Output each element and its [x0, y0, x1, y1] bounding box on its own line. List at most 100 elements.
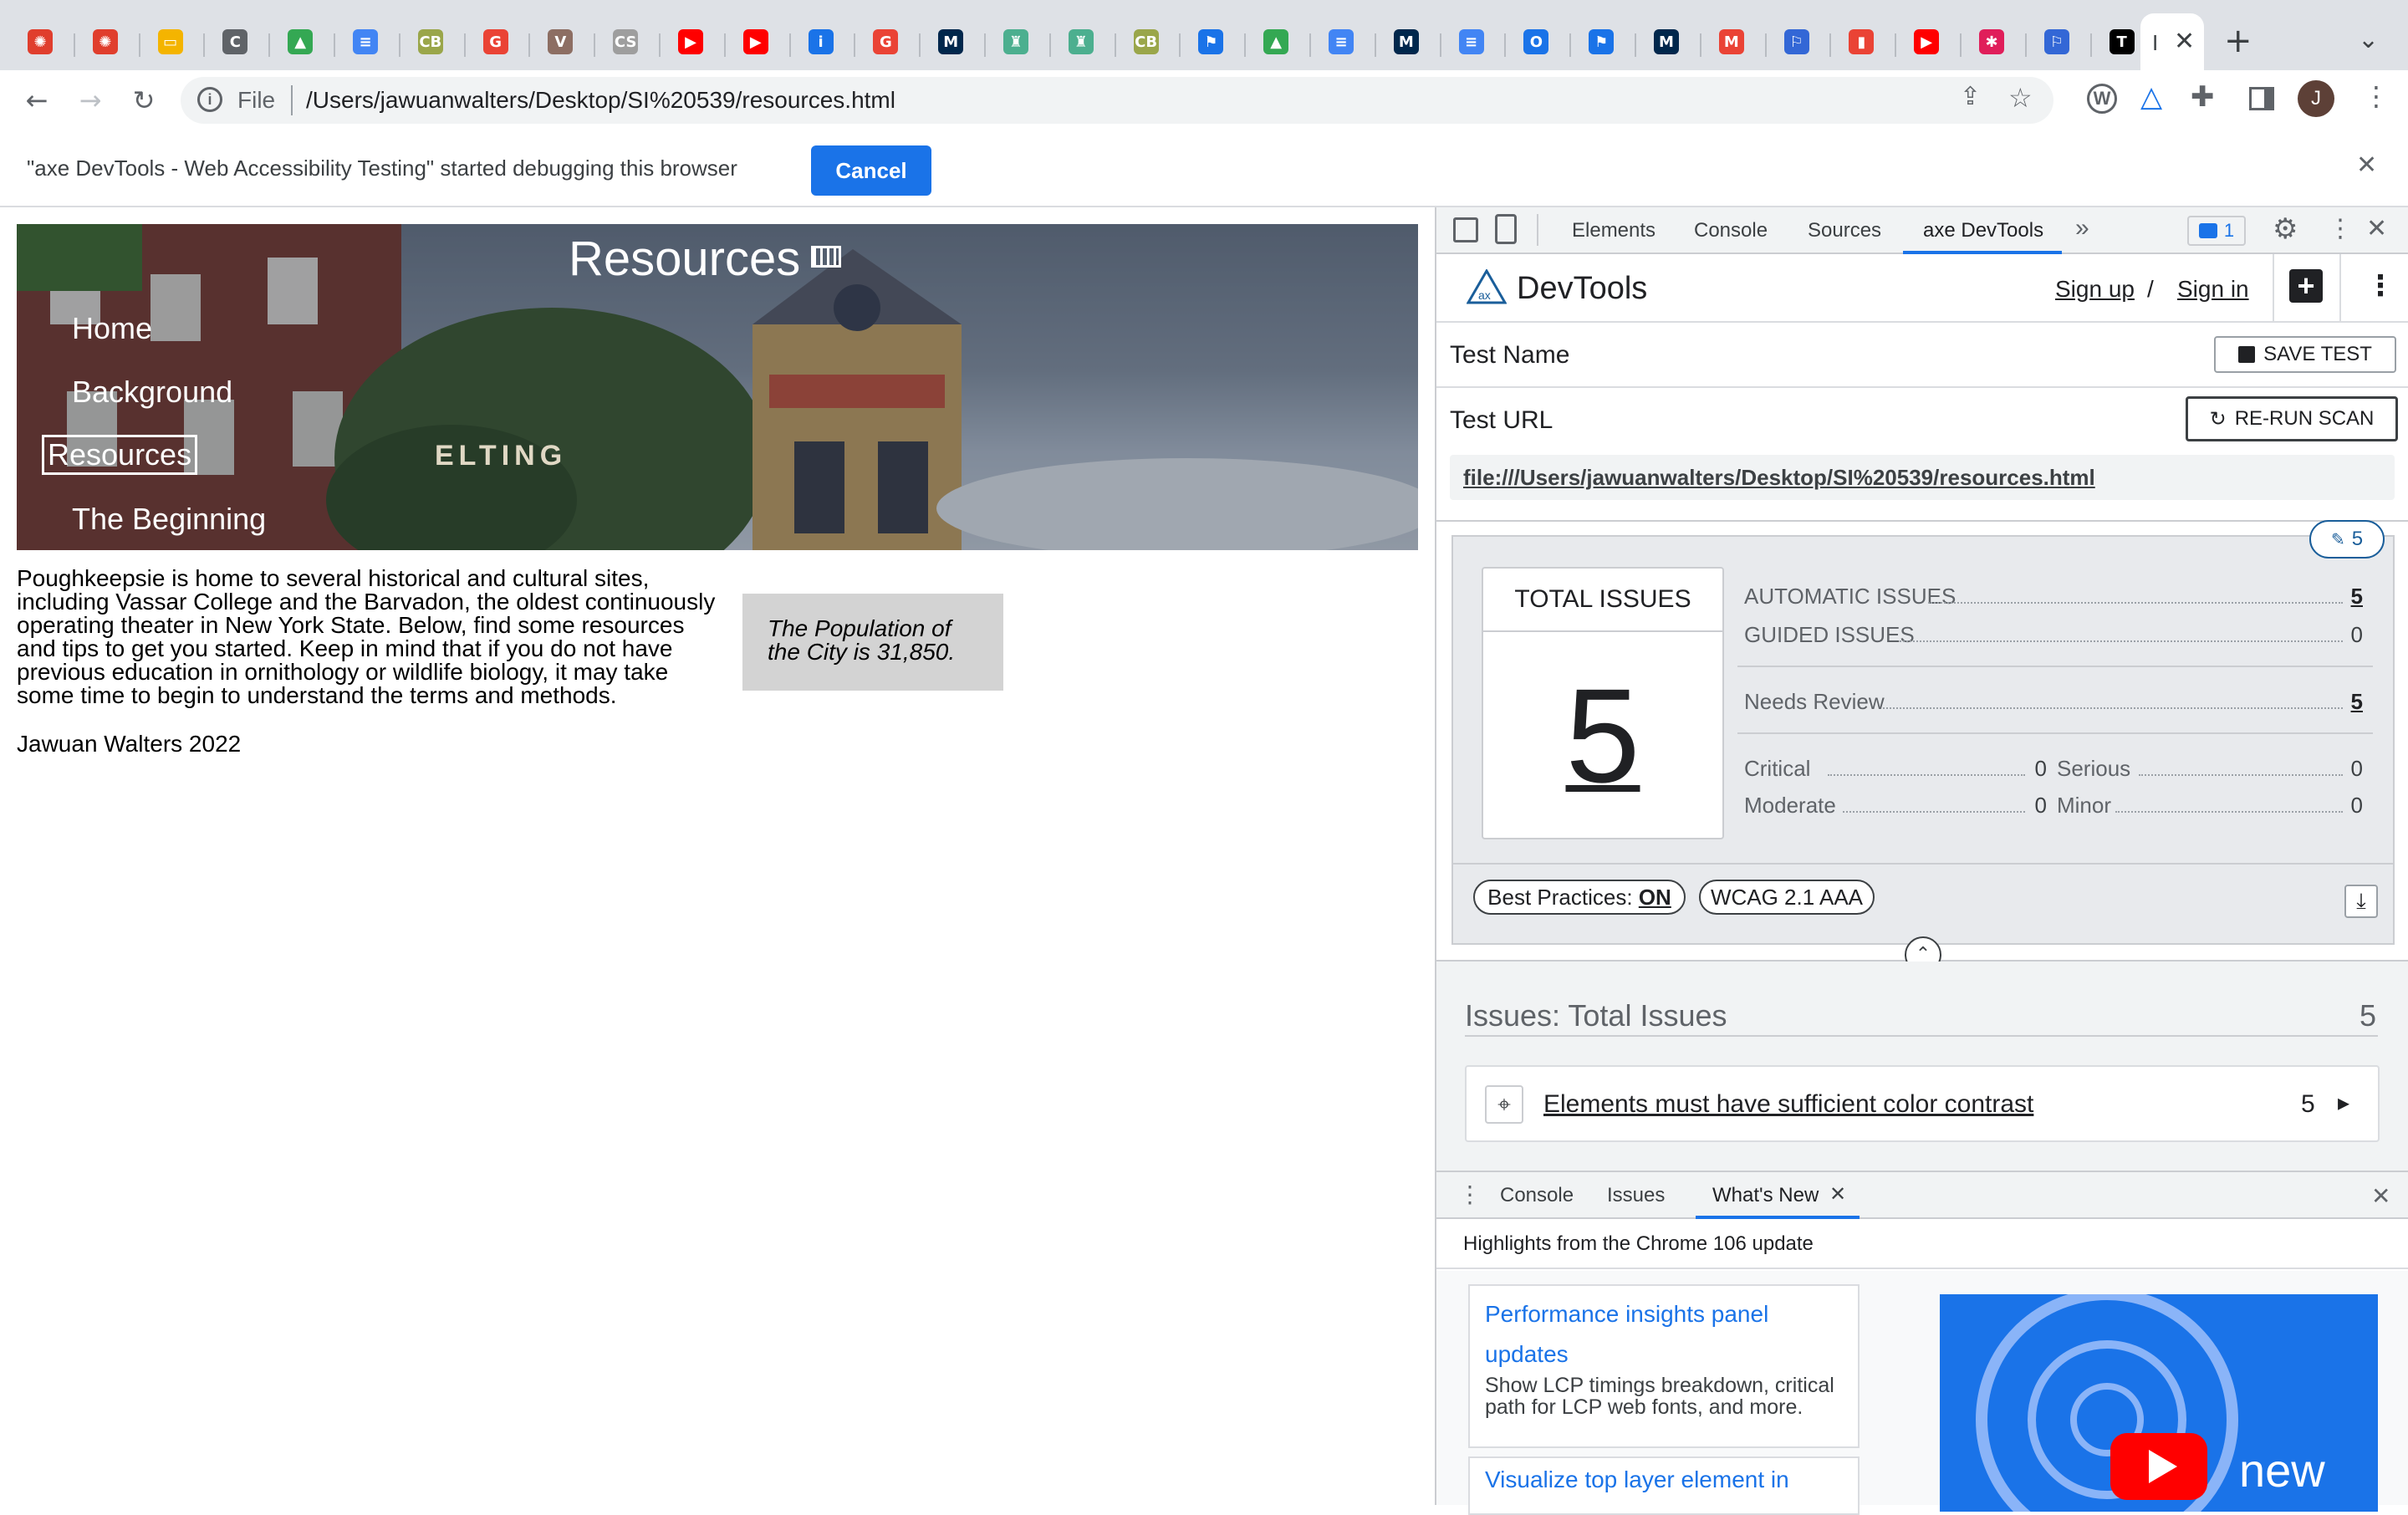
sign-in-link[interactable]: Sign in — [2177, 276, 2249, 303]
highlight-target-icon[interactable]: ⌖ — [1485, 1085, 1523, 1124]
tab-axe-devtools[interactable]: axe DevTools — [1923, 219, 2043, 242]
tab-elements[interactable]: Elements — [1572, 219, 1656, 242]
issues-section-header: Issues: Total Issues — [1465, 998, 1727, 1033]
browser-tab[interactable]: M — [926, 20, 976, 64]
browser-tab[interactable]: ✺ — [80, 20, 130, 64]
whats-new-card-top-layer[interactable]: Visualize top layer element in — [1468, 1456, 1860, 1515]
axe-extension-icon[interactable]: △ — [2140, 80, 2162, 114]
browser-tab[interactable]: ≡ — [340, 20, 390, 64]
share-icon[interactable]: ⇪ — [1960, 82, 1981, 111]
browser-tab[interactable]: T — [2097, 20, 2147, 64]
browser-tab[interactable]: i — [796, 20, 846, 64]
close-whats-new-icon[interactable]: ✕ — [1829, 1182, 1846, 1206]
tab-separator — [1374, 33, 1376, 57]
inspect-element-icon[interactable] — [1453, 217, 1478, 242]
card-performance-title[interactable]: Performance insights panel updates — [1485, 1294, 1836, 1375]
wcag-standard-pill[interactable]: WCAG 2.1 AAA — [1699, 880, 1875, 915]
browser-tab[interactable]: ⚐ — [2032, 20, 2082, 64]
tab-console[interactable]: Console — [1694, 219, 1768, 242]
browser-tab[interactable]: ♜ — [991, 20, 1041, 64]
devtools-settings-gear-icon[interactable]: ⚙ — [2273, 212, 2298, 246]
browser-tab[interactable]: ▲ — [275, 20, 325, 64]
nav-link-resources[interactable]: Resources — [42, 435, 198, 475]
browser-tab[interactable]: ⚑ — [1576, 20, 1626, 64]
browser-tab[interactable]: G — [860, 20, 911, 64]
browser-tab[interactable]: ▶ — [666, 20, 716, 64]
browser-tab[interactable]: ✺ — [15, 20, 65, 64]
extensions-puzzle-icon[interactable]: ✚ — [2191, 80, 2215, 114]
sign-up-link[interactable]: Sign up — [2055, 276, 2135, 303]
download-icon[interactable]: ⤓ — [2344, 885, 2378, 918]
test-url-link[interactable]: file:///Users/jawuanwalters/Desktop/SI%2… — [1463, 465, 2095, 491]
browser-tab[interactable]: ▶ — [731, 20, 781, 64]
devtools-panel: Elements Console Sources axe DevTools » … — [1435, 207, 2408, 1515]
edit-count-badge[interactable]: ✎ 5 — [2309, 520, 2385, 559]
nav-link-home[interactable]: Home — [72, 311, 152, 346]
url-text[interactable]: /Users/jawuanwalters/Desktop/SI%20539/re… — [306, 87, 895, 114]
browser-tab[interactable]: V — [535, 20, 585, 64]
browser-tab[interactable]: CB — [1121, 20, 1171, 64]
browser-tab[interactable]: ▭ — [145, 20, 196, 64]
new-tab-icon[interactable]: + — [2224, 22, 2252, 60]
issue-row-color-contrast[interactable]: ⌖ Elements must have sufficient color co… — [1465, 1065, 2380, 1142]
nav-link-background[interactable]: Background — [72, 375, 232, 410]
browser-tab[interactable]: M — [1381, 20, 1431, 64]
expand-chevron-right-icon[interactable]: ▸ — [2338, 1089, 2349, 1116]
browser-tab[interactable]: ⚑ — [1186, 20, 1236, 64]
drawer-tab-issues[interactable]: Issues — [1607, 1184, 1665, 1207]
total-issues-count[interactable]: 5 — [1483, 635, 1722, 836]
devtools-menu-icon[interactable]: ⋮ — [2328, 214, 2353, 243]
more-tabs-chevron-icon[interactable]: » — [2075, 214, 2089, 242]
automatic-issues-value[interactable]: 5 — [2346, 584, 2363, 610]
profile-avatar[interactable]: J — [2298, 80, 2334, 117]
drawer-menu-icon[interactable]: ⋮ — [1458, 1181, 1482, 1208]
browser-tab[interactable]: C — [210, 20, 260, 64]
browser-tab[interactable]: M — [1707, 20, 1757, 64]
cancel-debugging-button[interactable]: Cancel — [811, 145, 931, 196]
browser-menu-icon[interactable]: ⋮ — [2363, 80, 2390, 112]
close-infobar-icon[interactable]: ✕ — [2356, 150, 2377, 180]
whats-new-video-thumbnail[interactable]: new — [1940, 1294, 2378, 1512]
best-practices-toggle[interactable]: Best Practices: ON — [1473, 880, 1686, 915]
whats-new-card-performance[interactable]: Performance insights panel updates Show … — [1468, 1284, 1860, 1448]
browser-tab[interactable]: O — [1511, 20, 1561, 64]
wordpress-extension-icon[interactable]: W — [2087, 84, 2117, 114]
device-toolbar-icon[interactable] — [1495, 214, 1517, 244]
close-drawer-icon[interactable]: ✕ — [2371, 1182, 2390, 1210]
side-panel-icon[interactable] — [2249, 87, 2274, 110]
browser-tab[interactable]: CB — [406, 20, 456, 64]
rerun-scan-button[interactable]: ↻ RE-RUN SCAN — [2186, 396, 2398, 441]
browser-tab[interactable]: ▶ — [1901, 20, 1951, 64]
browser-tab[interactable]: G — [471, 20, 521, 64]
bookmark-star-icon[interactable]: ☆ — [2008, 82, 2033, 114]
close-devtools-icon[interactable]: ✕ — [2366, 214, 2387, 243]
info-icon[interactable]: i — [197, 87, 222, 112]
browser-tab[interactable]: ▲ — [1251, 20, 1301, 64]
browser-tab[interactable]: M — [1641, 20, 1691, 64]
card-top-layer-title[interactable]: Visualize top layer element in — [1485, 1467, 1789, 1493]
browser-tab[interactable]: ⚐ — [1772, 20, 1822, 64]
nav-link-the-beginning[interactable]: The Beginning — [72, 502, 266, 537]
back-arrow-icon[interactable]: ← — [17, 80, 57, 120]
new-test-plus-icon[interactable]: + — [2289, 269, 2323, 303]
tab-search-chevron-icon[interactable]: ⌄ — [2358, 25, 2379, 54]
browser-tab[interactable]: ≡ — [1446, 20, 1497, 64]
drawer-tab-console[interactable]: Console — [1500, 1184, 1574, 1207]
browser-tab[interactable]: CS — [600, 20, 650, 64]
browser-tab[interactable]: ♜ — [1056, 20, 1106, 64]
issues-counter-badge[interactable]: 1 — [2187, 216, 2246, 246]
axe-menu-icon[interactable]: ⋮ — [2366, 269, 2395, 303]
issue-title[interactable]: Elements must have sufficient color cont… — [1543, 1090, 2033, 1119]
save-test-button[interactable]: SAVE TEST — [2214, 336, 2396, 373]
tab-sources[interactable]: Sources — [1808, 219, 1881, 242]
needs-review-value[interactable]: 5 — [2346, 689, 2363, 715]
address-bar[interactable]: i File /Users/jawuanwalters/Desktop/SI%2… — [181, 77, 2053, 124]
close-tab-icon[interactable]: ✕ — [2174, 27, 2195, 56]
browser-tab[interactable]: ✱ — [1967, 20, 2017, 64]
browser-tab[interactable]: ▮ — [1836, 20, 1886, 64]
browser-tab[interactable]: ≡ — [1316, 20, 1366, 64]
forward-arrow-icon[interactable]: → — [70, 80, 110, 120]
drawer-tab-whats-new[interactable]: What's New — [1712, 1184, 1819, 1207]
reload-icon[interactable]: ↻ — [124, 80, 164, 120]
debugging-message: "axe DevTools - Web Accessibility Testin… — [27, 156, 737, 181]
